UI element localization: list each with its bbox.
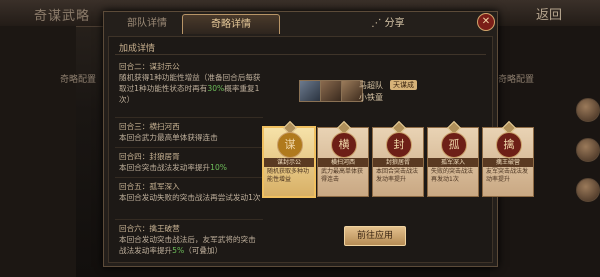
round-name: 谋封示公 [149,62,180,71]
detail-panel: 加成详情 回合二：谋封示公 随机获得1种功能性增益（准备回合后每获取过1种功能性… [108,36,534,263]
screen-title: 奇谋武略 [34,9,91,24]
strategy-icon: 谋 [277,132,303,158]
card-name: 封狼居胥 [373,158,423,167]
left-panel: 奇略配置 [0,26,96,277]
round-entry: 回合四：封狼居胥 本回合突击战法发动率提升10% [119,151,261,173]
divider [115,219,263,220]
team-name: 马超队 [359,81,383,90]
card-name: 擒王破营 [483,158,533,167]
card-name: 孤军深入 [428,158,478,167]
card-name: 谋封示公 [264,158,314,167]
hero-portrait[interactable] [320,80,342,102]
share-button[interactable]: ⋰ 分享 [348,14,428,33]
strategy-icon: 孤 [441,132,467,158]
general-avatar[interactable] [576,178,600,202]
round-entry: 回合三：横扫河西 本回合武力最高单体获得连击 [119,121,261,143]
round-desc: 本回合突击战法发动率提升 [119,163,211,172]
hero-portrait[interactable] [299,80,321,102]
round-label: 回合五： [119,182,150,191]
round-name: 横扫河西 [149,122,180,131]
round-name: 擒王破营 [149,224,180,233]
round-label: 回合三： [119,122,150,131]
general-avatar[interactable] [576,138,600,162]
strategy-icon: 封 [386,132,412,158]
right-panel-label: 奇略配置 [498,75,535,85]
team-leader: 小铁童 [359,93,383,102]
left-panel-label: 奇略配置 [60,75,97,85]
divider [115,177,263,178]
card-name: 横扫河西 [318,158,368,167]
strategy-detail-dialog: 部队详情 奇略详情 ⋰ 分享 ✕ 加成详情 回合二：谋封示公 随机获得1种功能性… [103,11,534,267]
strategy-icon: 横 [331,132,357,158]
tab-bar: 部队详情 奇略详情 ⋰ 分享 [110,12,491,34]
share-label: 分享 [384,18,405,29]
divider [115,117,263,118]
strategy-card[interactable]: 谋 谋封示公 随机获取多种功能性增益 [262,120,316,198]
strategy-card[interactable]: 封 封狼居胥 本回合突击战法发动率提升 [372,120,424,197]
back-button[interactable]: 返回 [536,4,562,23]
round-entry: 回合六：擒王破营 本回合发动突击战法后，友军武将的突击战法发动率提升5%（可叠加… [119,223,261,256]
team-badge: 天谋成 [390,80,417,90]
close-button[interactable]: ✕ [477,13,495,31]
round-label: 回合二： [119,62,150,71]
round-label: 回合六： [119,224,150,233]
round-name: 封狼居胥 [149,152,180,161]
share-icon: ⋰ [371,18,385,29]
divider [115,54,486,55]
card-desc: 失败的突击战法再发动1次 [431,168,474,183]
card-desc: 本回合突击战法发动率提升 [376,168,419,183]
section-title: 加成详情 [119,44,156,54]
round-highlight: 30% [207,84,225,93]
general-avatar[interactable] [576,98,600,122]
round-highlight: 10% [210,163,228,172]
card-desc: 随机获取多种功能性增益 [267,168,310,183]
card-desc: 武力最高单体获得连击 [321,168,364,183]
round-label: 回合四： [119,152,150,161]
tab-troop-detail[interactable]: 部队详情 [110,14,184,33]
tab-strategy-detail[interactable]: 奇略详情 [182,14,280,34]
strategy-icon: 擒 [496,132,522,158]
strategy-card[interactable]: 横 横扫河西 武力最高单体获得连击 [317,120,369,197]
round-desc: 本回合武力最高单体获得连击 [119,133,218,142]
strategy-card[interactable]: 擒 擒王破营 友军突击战法发动率提升 [482,120,534,197]
round-entry: 回合二：谋封示公 随机获得1种功能性增益（准备回合后每获取过1种功能性状态时再有… [119,61,261,105]
round-desc: 本回合发动失败的突击战法再尝试发动1次 [119,193,261,202]
apply-button[interactable]: 前往应用 [344,226,406,246]
round-highlight: 5% [172,246,185,255]
strategy-card[interactable]: 孤 孤军深入 失败的突击战法再发动1次 [427,120,479,197]
round-tail: （可叠加） [184,246,223,255]
round-entry: 回合五：孤军深入 本回合发动失败的突击战法再尝试发动1次 [119,181,261,203]
card-desc: 友军突击战法发动率提升 [486,168,529,183]
round-name: 孤军深入 [149,182,180,191]
divider [115,147,263,148]
